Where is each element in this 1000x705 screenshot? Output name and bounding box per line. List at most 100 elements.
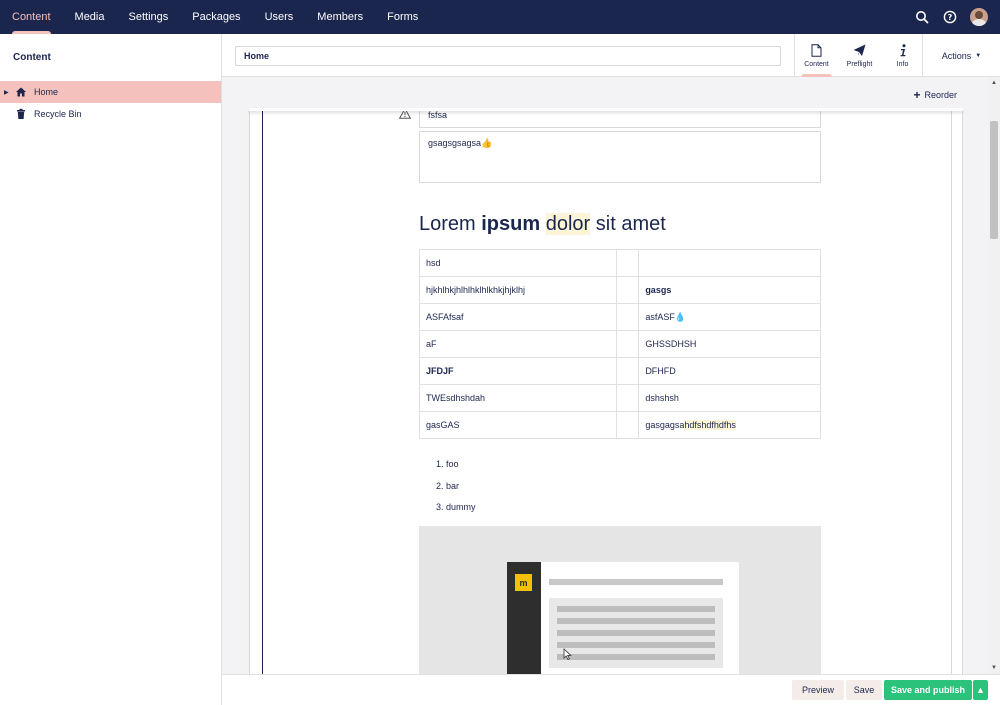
tab-label: Content	[804, 60, 829, 68]
mock-bar	[549, 579, 723, 585]
mock-line	[557, 606, 715, 612]
table-cell	[615, 303, 640, 331]
info-icon	[896, 44, 910, 58]
app-tabs: Content Preflight Info	[794, 34, 924, 77]
caret-right-icon[interactable]: ▶	[4, 89, 12, 96]
nav-media[interactable]: Media	[63, 0, 117, 34]
table-cell: JFDJF	[419, 357, 617, 385]
table-row: gasGAS gasgagsahdfshdfhdfhs	[419, 411, 821, 439]
nav-users[interactable]: Users	[253, 0, 306, 34]
caret-down-icon: ▼	[975, 52, 982, 59]
scroll-thumb[interactable]	[990, 121, 998, 239]
list-item: bar	[446, 476, 476, 498]
table-cell	[615, 357, 640, 385]
table-cell: aF	[419, 330, 617, 358]
publish-options-caret-icon[interactable]: ▲	[973, 680, 988, 700]
plus-icon: +	[913, 88, 921, 102]
main-scrollbar[interactable]: ▲ ▼	[988, 77, 1000, 674]
table-row: JFDJF DFHFD	[419, 357, 821, 385]
block-grid-area: fsfsa gsagsgsagsa👍 Lorem ipsum dolor sit…	[249, 107, 963, 674]
nav-packages[interactable]: Packages	[180, 0, 252, 34]
table-cell: ASFAfsaf	[419, 303, 617, 331]
mock-line	[557, 654, 715, 660]
tree-item-label: Home	[34, 87, 59, 97]
nav-forms[interactable]: Forms	[375, 0, 430, 34]
tree-item-recycle-bin[interactable]: Recycle Bin	[0, 103, 221, 125]
table-cell: gasgagsahdfshdfhdfhs	[638, 411, 821, 439]
mock-screenshot: m	[507, 562, 739, 674]
rte-ordered-list: foo bar dummy	[446, 454, 476, 519]
table-row: aF GHSSDHSH	[419, 330, 821, 358]
table-cell	[615, 384, 640, 412]
nav-content[interactable]: Content	[0, 0, 63, 34]
tab-label: Preflight	[846, 60, 873, 68]
paper-plane-icon	[853, 44, 867, 58]
tab-content[interactable]: Content	[795, 34, 838, 77]
sidebar-title: Content	[13, 52, 51, 63]
mock-line	[557, 618, 715, 624]
table-cell: gasgs	[638, 276, 821, 304]
save-and-publish-button[interactable]: Save and publish	[884, 680, 972, 700]
trash-icon	[14, 107, 28, 121]
table-row: TWEsdhshdah dshshsh	[419, 384, 821, 412]
editor-main: + Reorder fsfsa gsagsgsagsa👍 Lorem ipsum…	[222, 77, 1000, 674]
mock-line	[557, 630, 715, 636]
block-grid-inner: fsfsa gsagsgsagsa👍 Lorem ipsum dolor sit…	[262, 107, 952, 674]
table-cell	[615, 330, 640, 358]
table-cell: GHSSDHSH	[638, 330, 821, 358]
list-item: foo	[446, 454, 476, 476]
nav-settings[interactable]: Settings	[117, 0, 181, 34]
rte-heading: Lorem ipsum dolor sit amet	[419, 213, 666, 235]
sidebar: Content ▶ Home Recycle Bin	[0, 34, 222, 705]
thumbs-up-icon: 👍	[481, 138, 493, 148]
rte-table: hsd hjkhlhkjhlhlhklhlkhkjhjklhj gasgs AS…	[419, 249, 821, 439]
reorder-button[interactable]: + Reorder	[913, 88, 957, 102]
mock-logo: m	[515, 574, 532, 591]
scroll-down-icon[interactable]: ▼	[988, 662, 1000, 674]
actions-button[interactable]: Actions ▼	[922, 34, 1000, 77]
textarea-field[interactable]: gsagsgsagsa👍	[419, 131, 821, 183]
list-item: dummy	[446, 497, 476, 519]
media-image-block[interactable]: m	[419, 526, 821, 674]
search-icon[interactable]	[914, 9, 930, 25]
table-cell: DFHFD	[638, 357, 821, 385]
table-row: ASFAfsaf asfASF💧	[419, 303, 821, 331]
mock-line	[557, 642, 715, 648]
table-cell: dshshsh	[638, 384, 821, 412]
mock-panel	[549, 598, 723, 668]
mock-sidebar: m	[507, 562, 541, 674]
table-row: hjkhlhkjhlhlhklhlkhkjhjklhj gasgs	[419, 276, 821, 304]
table-cell: hsd	[419, 249, 617, 277]
table-cell: TWEsdhshdah	[419, 384, 617, 412]
scroll-up-icon[interactable]: ▲	[988, 77, 1000, 89]
table-cell: gasGAS	[419, 411, 617, 439]
help-icon[interactable]: ?	[942, 9, 958, 25]
editor-header: Home Content Preflight Info Actions ▼	[222, 34, 1000, 77]
save-button[interactable]: Save	[846, 680, 882, 700]
tab-preflight[interactable]: Preflight	[838, 34, 881, 77]
tree-item-label: Recycle Bin	[34, 109, 82, 119]
table-row: hsd	[419, 249, 821, 277]
svg-text:?: ?	[948, 13, 953, 22]
panel-top-edge	[249, 108, 963, 111]
text-field-fsfsa[interactable]: fsfsa	[419, 108, 821, 128]
table-cell	[638, 249, 821, 277]
top-navigation: Content Media Settings Packages Users Me…	[0, 0, 1000, 34]
table-cell: hjkhlhkjhlhlhklhlkhkjhjklhj	[419, 276, 617, 304]
node-name-input[interactable]: Home	[235, 46, 781, 66]
tab-label: Info	[896, 60, 909, 68]
drop-icon: 💧	[674, 311, 687, 322]
cursor-icon	[563, 648, 572, 663]
document-icon	[810, 44, 824, 58]
user-avatar[interactable]	[970, 8, 988, 26]
preview-button[interactable]: Preview	[792, 680, 844, 700]
tab-info[interactable]: Info	[881, 34, 924, 77]
home-icon	[14, 85, 28, 99]
editor-footer: Preview Save Save and publish ▲	[222, 674, 1000, 705]
nav-members[interactable]: Members	[305, 0, 375, 34]
table-cell	[615, 411, 640, 439]
table-cell	[615, 249, 640, 277]
table-cell: asfASF💧	[638, 303, 821, 331]
tree-item-home[interactable]: ▶ Home	[0, 81, 221, 103]
header-tools: ?	[914, 0, 988, 34]
